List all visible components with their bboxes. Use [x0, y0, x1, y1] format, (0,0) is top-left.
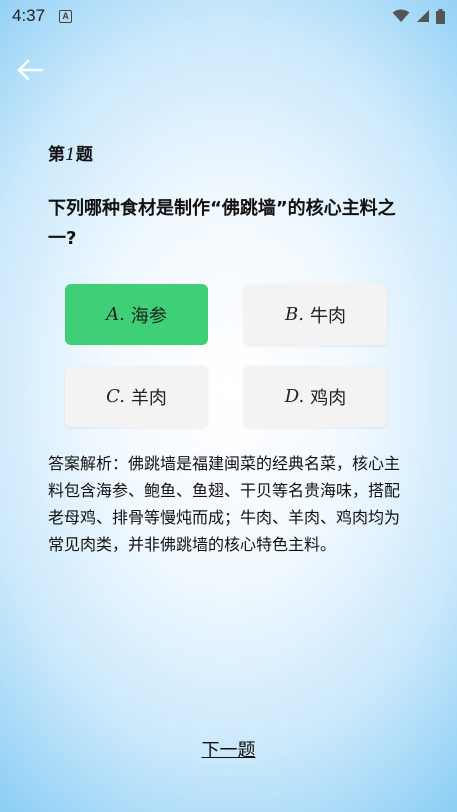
- status-time: 4:37: [12, 6, 46, 25]
- answer-analysis: 答案解析：佛跳墙是福建闽菜的经典名菜，核心主料包含海参、鲍鱼、鱼翅、干贝等名贵海…: [48, 454, 401, 554]
- option-d-button[interactable]: D. 鸡肉: [244, 366, 387, 427]
- option-a-button[interactable]: A. 海参: [65, 284, 208, 345]
- question-text: 下列哪种食材是制作“佛跳墙”的核心主料之一?: [48, 198, 396, 249]
- question-number-value: 1: [65, 145, 76, 165]
- option-b-button[interactable]: B. 牛肉: [244, 284, 387, 345]
- question-number-prefix: 第: [48, 145, 65, 165]
- option-label: 海参: [130, 305, 167, 327]
- arrow-left-icon: [17, 59, 44, 81]
- option-letter: D.: [284, 386, 305, 407]
- wifi-icon: [392, 9, 410, 22]
- option-letter: A.: [106, 304, 125, 325]
- option-label: 鸡肉: [310, 387, 347, 409]
- option-label: 羊肉: [130, 387, 167, 409]
- battery-icon: [436, 8, 445, 24]
- status-icons: [392, 8, 445, 24]
- question-number: 第1题: [48, 140, 93, 165]
- status-bar: 4:37 A: [0, 0, 457, 32]
- option-letter: B.: [285, 304, 304, 325]
- signal-icon: [417, 10, 429, 22]
- question-number-suffix: 题: [75, 145, 93, 165]
- option-label: 牛肉: [309, 305, 346, 327]
- back-button[interactable]: [12, 54, 48, 86]
- next-question-button[interactable]: 下一题: [202, 740, 256, 761]
- option-c-button[interactable]: C. 羊肉: [65, 366, 208, 427]
- option-letter: C.: [106, 386, 125, 407]
- next-question-area: 下一题: [0, 736, 457, 762]
- a-icon: A: [59, 9, 73, 23]
